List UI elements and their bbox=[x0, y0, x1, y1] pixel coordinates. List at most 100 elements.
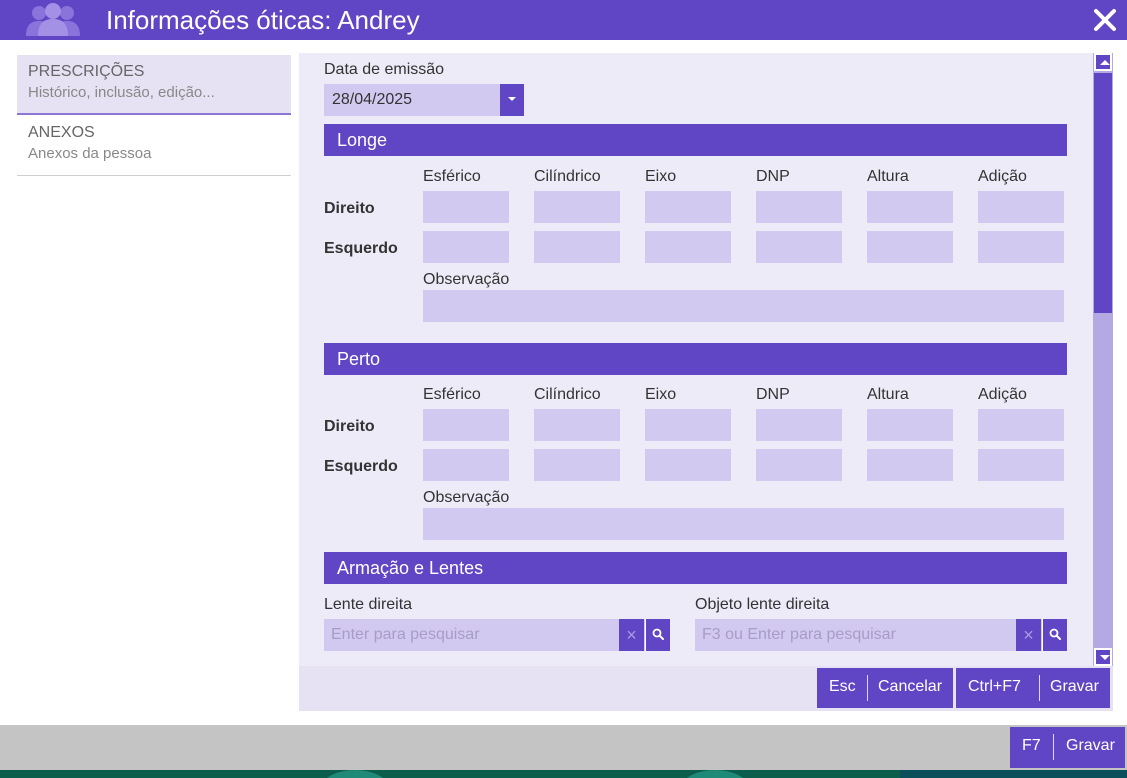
footer-bar: F7 Gravar bbox=[0, 725, 1127, 770]
col-esferico: Esférico bbox=[423, 168, 481, 185]
issue-date-value: 28/04/2025 bbox=[332, 91, 413, 108]
longe-observacao-label: Observação bbox=[423, 271, 510, 288]
perto-esquerdo-cilindrico-input[interactable] bbox=[534, 449, 620, 481]
people-icon bbox=[26, 3, 80, 36]
save-shortcut: Ctrl+F7 bbox=[968, 678, 1021, 695]
longe-direito-altura-input[interactable] bbox=[867, 191, 953, 223]
row-esquerdo-label: Esquerdo bbox=[324, 458, 398, 475]
section-title: Armação e Lentes bbox=[337, 558, 484, 578]
longe-esquerdo-esferico-input[interactable] bbox=[423, 231, 509, 263]
perto-direito-altura-input[interactable] bbox=[867, 409, 953, 441]
sidebar: PRESCRIÇÕES Histórico, inclusão, edição.… bbox=[17, 55, 291, 176]
cancel-label: Cancelar bbox=[878, 678, 943, 695]
row-esquerdo-label: Esquerdo bbox=[324, 240, 398, 257]
section-title: Longe bbox=[337, 130, 388, 150]
col-eixo: Eixo bbox=[645, 168, 677, 185]
longe-direito-eixo-input[interactable] bbox=[645, 191, 731, 223]
col-dnp: DNP bbox=[756, 168, 790, 185]
clear-icon[interactable]: × bbox=[619, 619, 644, 651]
perto-esquerdo-esferico-input[interactable] bbox=[423, 449, 509, 481]
col-eixo: Eixo bbox=[645, 386, 677, 403]
perto-esquerdo-dnp-input[interactable] bbox=[756, 449, 842, 481]
search-button[interactable] bbox=[645, 619, 670, 651]
perto-direito-eixo-input[interactable] bbox=[645, 409, 731, 441]
separator bbox=[1053, 734, 1054, 760]
longe-esquerdo-altura-input[interactable] bbox=[867, 231, 953, 263]
sidebar-item-subtitle: Histórico, inclusão, edição... bbox=[28, 84, 215, 101]
search-icon bbox=[652, 628, 664, 640]
longe-direito-esferico-input[interactable] bbox=[423, 191, 509, 223]
longe-observacao-input[interactable] bbox=[423, 290, 1064, 322]
sidebar-item-subtitle: Anexos da pessoa bbox=[28, 145, 152, 162]
issue-date-picker[interactable]: 28/04/2025 bbox=[324, 84, 524, 116]
col-dnp: DNP bbox=[756, 386, 790, 403]
sidebar-item-prescricoes[interactable]: PRESCRIÇÕES Histórico, inclusão, edição.… bbox=[17, 55, 291, 115]
scroll-up-button[interactable] bbox=[1094, 53, 1112, 71]
right-object-search[interactable]: F3 ou Enter para pesquisar × bbox=[695, 619, 1067, 651]
perto-observacao-input[interactable] bbox=[423, 508, 1064, 540]
right-object-placeholder: F3 ou Enter para pesquisar bbox=[702, 626, 896, 643]
right-object-label: Objeto lente direita bbox=[695, 596, 830, 613]
scroll-thumb[interactable] bbox=[1094, 73, 1112, 313]
sidebar-item-anexos[interactable]: ANEXOS Anexos da pessoa bbox=[17, 115, 291, 176]
col-adicao: Adição bbox=[978, 386, 1027, 403]
perto-esquerdo-altura-input[interactable] bbox=[867, 449, 953, 481]
sidebar-item-title: PRESCRIÇÕES bbox=[28, 63, 145, 80]
col-altura: Altura bbox=[867, 386, 909, 403]
cancel-button[interactable]: Esc Cancelar bbox=[817, 668, 953, 708]
footer-save-label: Gravar bbox=[1066, 737, 1115, 754]
longe-direito-dnp-input[interactable] bbox=[756, 191, 842, 223]
perto-observacao-label: Observação bbox=[423, 489, 510, 506]
title-bar: Informações óticas: Andrey bbox=[0, 0, 1127, 40]
search-icon bbox=[1049, 628, 1061, 640]
save-button[interactable]: Ctrl+F7 Gravar bbox=[956, 668, 1110, 708]
longe-direito-adicao-input[interactable] bbox=[978, 191, 1064, 223]
scroll-down-button[interactable] bbox=[1094, 648, 1112, 666]
chevron-down-icon bbox=[508, 97, 516, 101]
separator bbox=[867, 675, 868, 701]
section-longe: Longe bbox=[324, 124, 1067, 156]
right-lens-search[interactable]: Enter para pesquisar × bbox=[324, 619, 670, 651]
perto-direito-adicao-input[interactable] bbox=[978, 409, 1064, 441]
longe-esquerdo-adicao-input[interactable] bbox=[978, 231, 1064, 263]
footer-save-button[interactable]: F7 Gravar bbox=[1010, 727, 1125, 768]
window-title: Informações óticas: Andrey bbox=[106, 5, 420, 35]
col-esferico: Esférico bbox=[423, 386, 481, 403]
search-button[interactable] bbox=[1042, 619, 1067, 651]
col-cilindrico: Cilíndrico bbox=[534, 168, 601, 185]
clear-icon[interactable]: × bbox=[1016, 619, 1041, 651]
longe-esquerdo-eixo-input[interactable] bbox=[645, 231, 731, 263]
prescription-form: Data de emissão 28/04/2025 Longe Esféric… bbox=[299, 53, 1093, 666]
perto-esquerdo-eixo-input[interactable] bbox=[645, 449, 731, 481]
section-title: Perto bbox=[337, 349, 381, 369]
cancel-shortcut: Esc bbox=[829, 678, 856, 695]
perto-direito-dnp-input[interactable] bbox=[756, 409, 842, 441]
close-icon[interactable] bbox=[1091, 6, 1119, 34]
arrow-up-icon bbox=[1100, 60, 1110, 65]
perto-direito-cilindrico-input[interactable] bbox=[534, 409, 620, 441]
vertical-scrollbar[interactable] bbox=[1093, 53, 1113, 666]
background-decoration bbox=[0, 770, 1127, 778]
col-adicao: Adição bbox=[978, 168, 1027, 185]
perto-esquerdo-adicao-input[interactable] bbox=[978, 449, 1064, 481]
footer-save-shortcut: F7 bbox=[1022, 737, 1041, 754]
row-direito-label: Direito bbox=[324, 418, 375, 435]
right-lens-placeholder: Enter para pesquisar bbox=[331, 626, 480, 643]
save-label: Gravar bbox=[1050, 678, 1099, 695]
longe-esquerdo-cilindrico-input[interactable] bbox=[534, 231, 620, 263]
separator bbox=[1039, 675, 1040, 701]
longe-esquerdo-dnp-input[interactable] bbox=[756, 231, 842, 263]
issue-date-label: Data de emissão bbox=[324, 61, 445, 78]
longe-direito-cilindrico-input[interactable] bbox=[534, 191, 620, 223]
col-cilindrico: Cilíndrico bbox=[534, 386, 601, 403]
perto-direito-esferico-input[interactable] bbox=[423, 409, 509, 441]
right-lens-label: Lente direita bbox=[324, 596, 413, 613]
sidebar-item-title: ANEXOS bbox=[28, 124, 95, 141]
form-actions: Esc Cancelar Ctrl+F7 Gravar bbox=[299, 666, 1113, 711]
date-dropdown-button[interactable] bbox=[500, 84, 524, 116]
section-armacao-lentes: Armação e Lentes bbox=[324, 552, 1067, 584]
section-perto: Perto bbox=[324, 343, 1067, 375]
col-altura: Altura bbox=[867, 168, 909, 185]
arrow-down-icon bbox=[1100, 655, 1110, 660]
row-direito-label: Direito bbox=[324, 200, 375, 217]
